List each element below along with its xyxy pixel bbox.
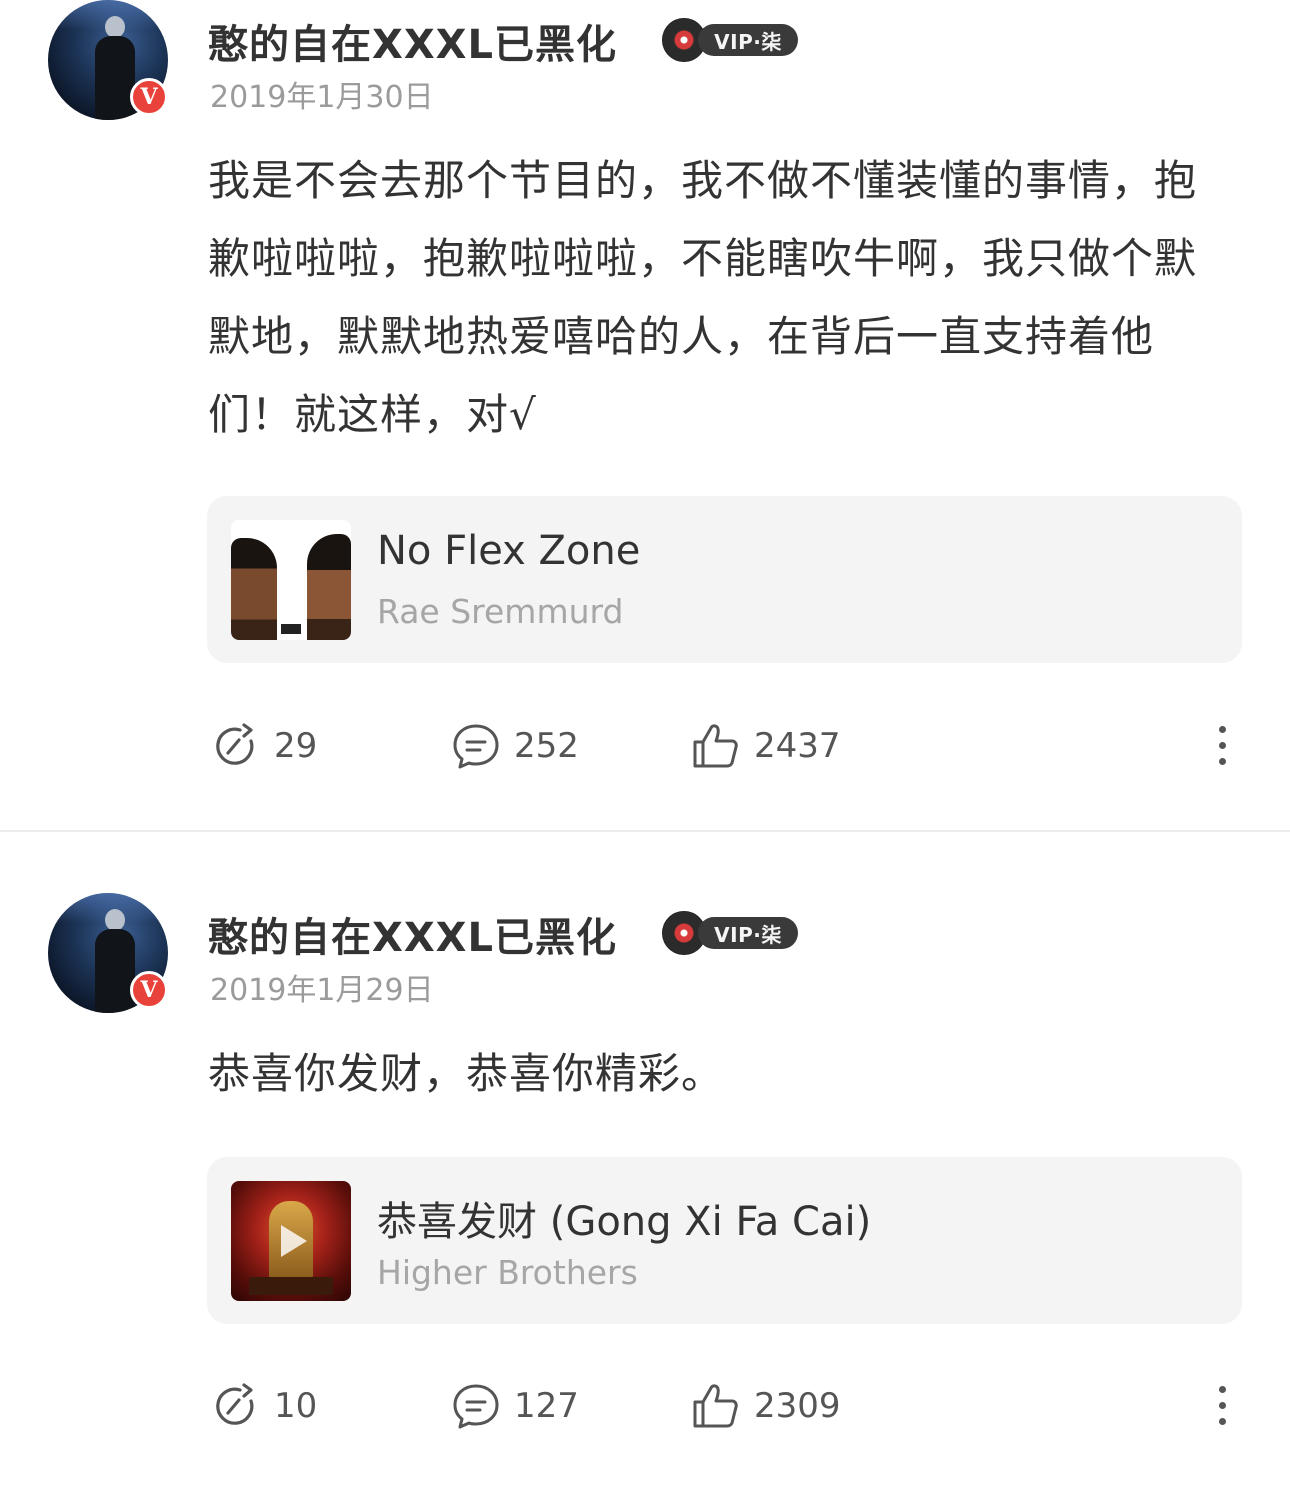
thumbs-up-icon <box>693 724 738 768</box>
repost-count: 10 <box>274 1386 318 1426</box>
author-name[interactable]: 憨的自在XXXL已黑化 <box>208 905 617 963</box>
more-vertical-icon[interactable] <box>1206 720 1238 772</box>
post-divider <box>0 830 1290 832</box>
song-artist: Higher Brothers <box>377 1253 638 1292</box>
like-count: 2437 <box>754 726 841 766</box>
comment-button[interactable]: 252 <box>450 716 579 776</box>
album-cover[interactable] <box>231 1181 351 1301</box>
repost-icon <box>216 1383 254 1425</box>
post-text: 恭喜你发财，恭喜你精彩。 <box>208 1049 725 1098</box>
verified-badge-icon: V <box>130 971 168 1009</box>
repost-button[interactable]: 29 <box>210 716 317 776</box>
like-button[interactable]: 2437 <box>690 716 841 776</box>
album-cover[interactable] <box>231 520 351 640</box>
verified-badge-icon: V <box>130 78 168 116</box>
like-button[interactable]: 2309 <box>690 1376 841 1436</box>
song-title: No Flex Zone <box>377 528 641 574</box>
comment-icon <box>453 724 499 769</box>
repost-icon <box>216 723 254 765</box>
comment-icon <box>453 1384 499 1429</box>
repost-count: 29 <box>274 726 318 766</box>
music-card[interactable]: 恭喜发财 (Gong Xi Fa Cai) Higher Brothers <box>207 1157 1242 1324</box>
play-icon[interactable] <box>275 564 307 596</box>
post-date: 2019年1月29日 <box>210 973 434 1008</box>
song-artist: Rae Sremmurd <box>377 592 624 631</box>
music-card[interactable]: No Flex Zone Rae Sremmurd <box>207 496 1242 663</box>
song-title: 恭喜发财 (Gong Xi Fa Cai) <box>377 1199 872 1245</box>
vip-badge[interactable]: VIP·柒 <box>662 911 798 955</box>
comment-button[interactable]: 127 <box>450 1376 579 1436</box>
post-text: 我是不会去那个节目的，我不做不懂装懂的事情，抱歉啦啦啦，抱歉啦啦啦，不能瞎吹牛啊… <box>208 156 1198 439</box>
play-icon[interactable] <box>275 1225 307 1257</box>
comment-count: 252 <box>514 726 579 766</box>
like-count: 2309 <box>754 1386 841 1426</box>
avatar[interactable]: V <box>48 0 168 120</box>
repost-button[interactable]: 10 <box>210 1376 317 1436</box>
vip-label: VIP·柒 <box>698 917 798 949</box>
action-bar: 10 127 2309 <box>0 1376 1290 1436</box>
comment-count: 127 <box>514 1386 579 1426</box>
vip-label: VIP·柒 <box>698 24 798 56</box>
author-name[interactable]: 憨的自在XXXL已黑化 <box>208 12 617 70</box>
thumbs-up-icon <box>693 1384 738 1428</box>
more-vertical-icon[interactable] <box>1206 1380 1238 1432</box>
action-bar: 29 252 2437 <box>0 716 1290 776</box>
post-date: 2019年1月30日 <box>210 80 434 115</box>
vip-badge[interactable]: VIP·柒 <box>662 18 798 62</box>
avatar[interactable]: V <box>48 893 168 1013</box>
